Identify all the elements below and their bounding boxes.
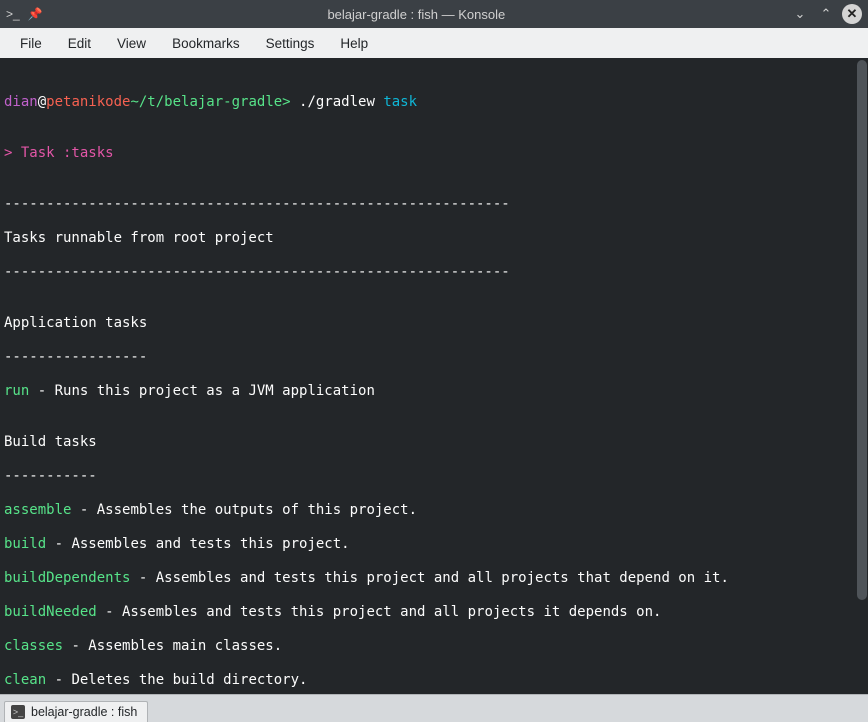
menu-view[interactable]: View (105, 32, 158, 55)
terminal-line: buildDependents - Assembles and tests th… (4, 570, 864, 587)
menu-help[interactable]: Help (328, 32, 380, 55)
task-clean-desc: - Deletes the build directory. (46, 672, 307, 688)
task-build: build (4, 536, 46, 552)
tab-belajar-gradle[interactable]: >_ belajar-gradle : fish (4, 701, 148, 722)
section-build-tasks: Build tasks (4, 434, 864, 451)
task-assemble: assemble (4, 502, 71, 518)
prompt-path: ~/t/belajar-gradle (130, 94, 282, 110)
terminal-line: Tasks runnable from root project (4, 230, 864, 247)
tab-label: belajar-gradle : fish (31, 705, 137, 719)
task-classes: classes (4, 638, 63, 654)
terminal-line: ----------------------------------------… (4, 196, 864, 213)
menu-file[interactable]: File (8, 32, 54, 55)
terminal-line: buildNeeded - Assembles and tests this p… (4, 604, 864, 621)
tabbar: >_ belajar-gradle : fish (0, 694, 868, 722)
menu-edit[interactable]: Edit (56, 32, 103, 55)
prompt-host: petanikode (46, 94, 130, 110)
terminal[interactable]: dian@petanikode~/t/belajar-gradle> ./gra… (0, 58, 868, 694)
terminal-line: classes - Assembles main classes. (4, 638, 864, 655)
task-builddependents: buildDependents (4, 570, 130, 586)
prompt-user: dian (4, 94, 38, 110)
task-buildneeded: buildNeeded (4, 604, 97, 620)
terminal-line: build - Assembles and tests this project… (4, 536, 864, 553)
section-application-tasks: Application tasks (4, 315, 864, 332)
menu-settings[interactable]: Settings (254, 32, 327, 55)
task-run-desc: - Runs this project as a JVM application (29, 383, 375, 399)
menubar: File Edit View Bookmarks Settings Help (0, 28, 868, 58)
terminal-line: assemble - Assembles the outputs of this… (4, 502, 864, 519)
terminal-line: ----------------------------------------… (4, 264, 864, 281)
prompt-line: dian@petanikode~/t/belajar-gradle> ./gra… (4, 94, 864, 111)
task-header: > Task :tasks (4, 145, 114, 161)
terminal-line: ----------------- (4, 349, 864, 366)
minimize-button[interactable]: ⌄ (790, 4, 810, 24)
terminal-line: > Task :tasks (4, 145, 864, 162)
task-buildneeded-desc: - Assembles and tests this project and a… (97, 604, 662, 620)
task-classes-desc: - Assembles main classes. (63, 638, 282, 654)
terminal-icon: >_ (11, 705, 25, 719)
prompt-gt: > (282, 94, 290, 110)
terminal-line: clean - Deletes the build directory. (4, 672, 864, 689)
task-build-desc: - Assembles and tests this project. (46, 536, 349, 552)
menu-bookmarks[interactable]: Bookmarks (160, 32, 252, 55)
titlebar: >_ 📌 belajar-gradle : fish — Konsole ⌄ ⌃… (0, 0, 868, 28)
task-clean: clean (4, 672, 46, 688)
terminal-line: run - Runs this project as a JVM applica… (4, 383, 864, 400)
pin-icon[interactable]: 📌 (28, 7, 43, 21)
command-gradlew: ./gradlew (291, 94, 384, 110)
app-icon: >_ (6, 7, 20, 21)
maximize-button[interactable]: ⌃ (816, 4, 836, 24)
scrollbar[interactable] (857, 60, 867, 600)
terminal-line: ----------- (4, 468, 864, 485)
command-arg: task (383, 94, 417, 110)
task-run: run (4, 383, 29, 399)
window-title: belajar-gradle : fish — Konsole (43, 7, 790, 22)
task-builddependents-desc: - Assembles and tests this project and a… (130, 570, 728, 586)
prompt-at: @ (38, 94, 46, 110)
close-button[interactable]: ✕ (842, 4, 862, 24)
task-assemble-desc: - Assembles the outputs of this project. (71, 502, 417, 518)
